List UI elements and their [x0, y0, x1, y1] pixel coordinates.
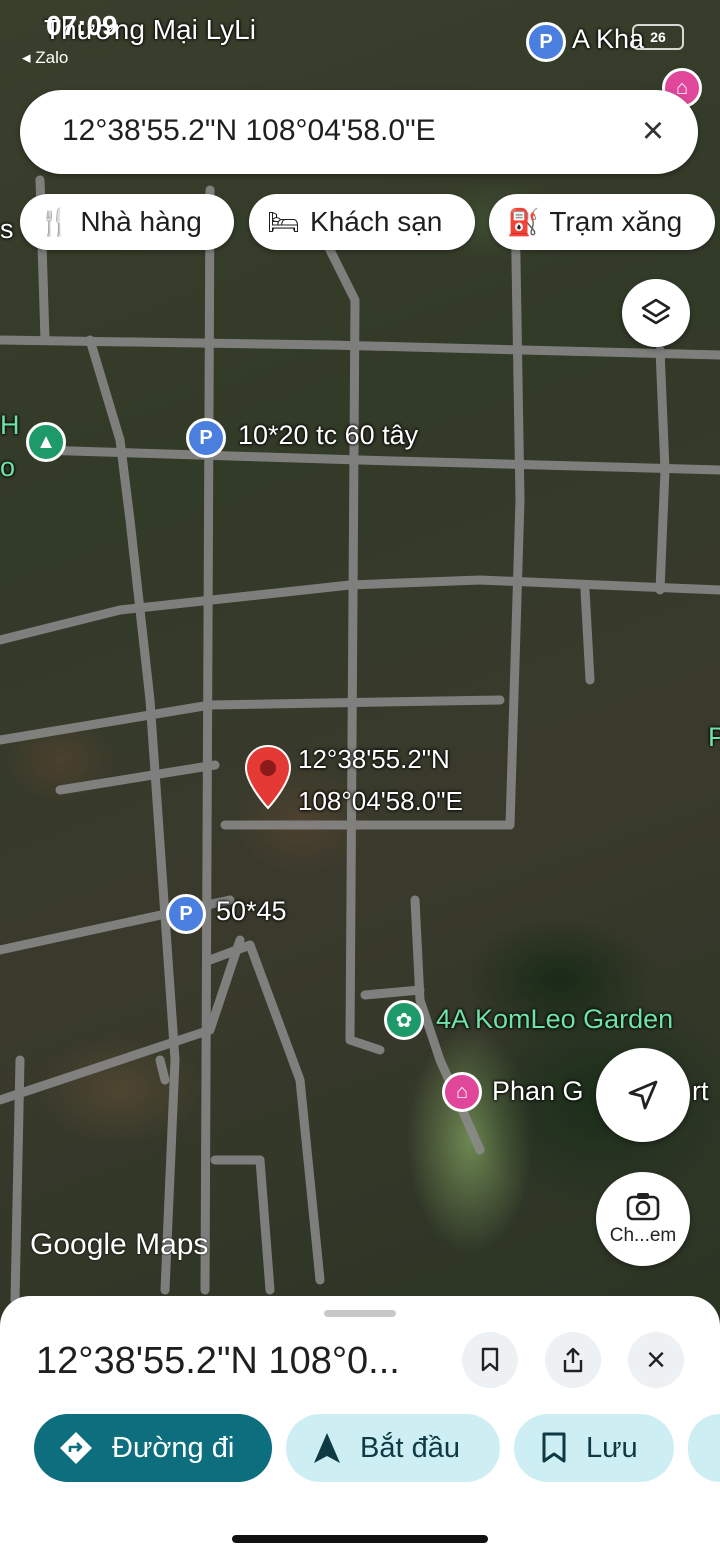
edge-label: o [0, 452, 16, 482]
share-button[interactable] [545, 1332, 601, 1388]
pin-lng-label: 108°04'58.0"E [298, 786, 463, 816]
more-actions-button[interactable] [688, 1414, 720, 1482]
place-label-komleo-garden[interactable]: 4A KomLeo Garden [436, 1004, 673, 1035]
chip-label: Trạm xăng [549, 206, 683, 237]
google-maps-watermark: Google Maps [30, 1228, 209, 1261]
chip-hotels[interactable]: 🛏 Khách sạn [249, 194, 475, 250]
camera-icon [626, 1193, 660, 1221]
restaurant-icon: 🍴 [38, 206, 71, 237]
sheet-handle[interactable] [324, 1310, 396, 1317]
parking-marker[interactable]: P [166, 894, 206, 934]
directions-icon [60, 1432, 92, 1464]
edge-label: P [708, 722, 720, 752]
search-bar[interactable]: 12°38'55.2"N 108°04'58.0"E × [20, 90, 698, 174]
layers-button[interactable] [622, 279, 690, 347]
place-label-50x45[interactable]: 50*45 [216, 896, 287, 927]
navigation-arrow-icon [314, 1433, 340, 1463]
place-title: 12°38'55.2"N 108°0... [36, 1340, 400, 1382]
location-pin-icon[interactable] [244, 744, 292, 810]
hotel-marker[interactable]: ⌂ [442, 1072, 482, 1112]
directions-button[interactable]: Đường đi [34, 1414, 272, 1482]
battery-icon: 26 [632, 24, 684, 50]
start-label: Bắt đầu [360, 1431, 460, 1464]
save-label: Lưu [586, 1431, 638, 1464]
close-icon: × [646, 1340, 666, 1379]
layers-icon [641, 298, 671, 325]
chip-restaurants[interactable]: 🍴 Nhà hàng [20, 194, 234, 250]
bookmark-icon [542, 1432, 566, 1463]
my-location-button[interactable] [596, 1048, 690, 1142]
edge-label: s [0, 214, 14, 244]
search-input[interactable]: 12°38'55.2"N 108°04'58.0"E [62, 114, 436, 148]
status-bar: 07:09 ◂ Zalo 26 [0, 0, 720, 80]
chip-label: Nhà hàng [80, 206, 202, 237]
bottom-sheet[interactable]: 12°38'55.2"N 108°0... × Đường đi Bắt đầu… [0, 1296, 720, 1557]
chip-gas-stations[interactable]: ⛽ Trạm xăng [489, 194, 715, 250]
place-label-10x20[interactable]: 10*20 tc 60 tây [238, 420, 418, 451]
back-to-app-link[interactable]: ◂ Zalo [22, 48, 68, 68]
park-marker[interactable]: ▲ [26, 422, 66, 462]
share-icon [563, 1347, 583, 1373]
bookmark-icon [481, 1347, 499, 1372]
garden-marker[interactable]: ✿ [384, 1000, 424, 1040]
chip-label: Khách sạn [310, 206, 443, 237]
camera-search-button[interactable]: Ch...em [596, 1172, 690, 1266]
navigation-arrow-icon [628, 1080, 658, 1110]
close-sheet-button[interactable]: × [628, 1332, 684, 1388]
save-button[interactable]: Lưu [514, 1414, 674, 1482]
place-label-rt[interactable]: rt [692, 1076, 709, 1107]
hotel-icon: 🛏 [267, 206, 301, 237]
edge-label: H [0, 410, 20, 440]
close-icon[interactable]: × [630, 108, 676, 154]
save-bookmark-button[interactable] [462, 1332, 518, 1388]
status-time: 07:09 [46, 10, 118, 41]
gas-station-icon: ⛽ [507, 206, 540, 237]
camera-label: Ch...em [609, 1225, 677, 1246]
directions-label: Đường đi [112, 1431, 235, 1464]
place-label-phan-g[interactable]: Phan G [492, 1076, 584, 1107]
pin-lat-label: 12°38'55.2"N [298, 744, 450, 774]
parking-marker[interactable]: P [186, 418, 226, 458]
start-button[interactable]: Bắt đầu [286, 1414, 500, 1482]
home-indicator[interactable] [232, 1535, 488, 1543]
